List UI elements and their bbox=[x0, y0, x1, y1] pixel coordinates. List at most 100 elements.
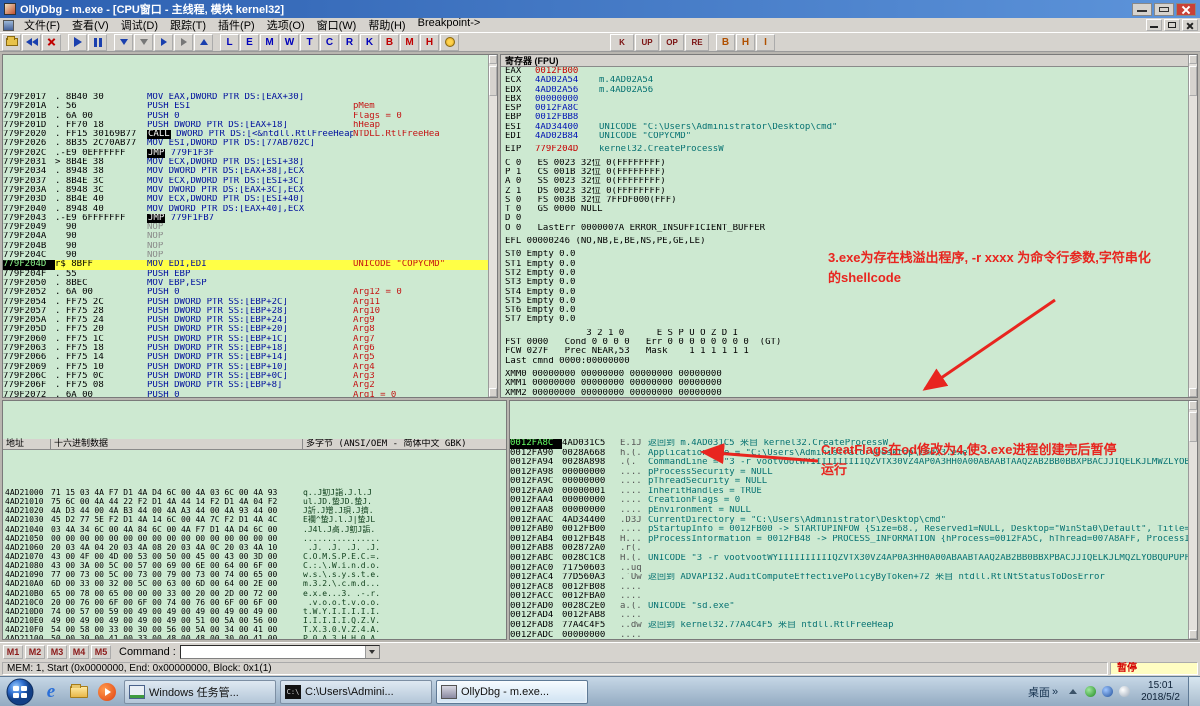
toolbar-plugin-button[interactable]: B bbox=[716, 33, 735, 51]
register-row[interactable]: ESI 4AD34400 UNICODE "C:\Users\Administrat… bbox=[501, 123, 1197, 132]
mdi-close-button[interactable] bbox=[1182, 19, 1198, 31]
register-row[interactable]: EBX 00000000 bbox=[501, 95, 1197, 104]
register-row[interactable]: EIP 779F204D kernel32.CreateProcessW bbox=[501, 145, 1197, 154]
register-row[interactable]: EBP 0012FBB8 bbox=[501, 113, 1197, 122]
disasm-row[interactable]: 779F2043 .-E9 6FFFFFFF JMP 779F1FB7 bbox=[3, 213, 497, 223]
dump-row[interactable]: 4AD21020 4A D3 44 00 4A B3 44 00 4A A3 44… bbox=[3, 506, 506, 515]
toolbar-letter-button[interactable]: T bbox=[300, 33, 319, 51]
start-button[interactable] bbox=[6, 678, 34, 706]
toolbar-plugin-button[interactable]: I bbox=[756, 33, 775, 51]
toolbar-plugin-button[interactable]: RE bbox=[685, 33, 709, 51]
dump-row[interactable]: 4AD210C0 20 00 76 00 6F 00 6F 00 74 00 76… bbox=[3, 598, 506, 607]
tray-expand-icon[interactable] bbox=[1069, 689, 1078, 694]
dump-row[interactable]: 4AD21060 20 03 4A 04 20 03 4A 08 20 03 4A… bbox=[3, 543, 506, 552]
stack-row[interactable]: 0012FAD8 77A4C4F5 ..dw 返回到 kernel32.77A4C4F… bbox=[510, 621, 1197, 631]
stack-row[interactable]: 0012FA90 0028A668 h.(. ApplicationName = "C… bbox=[510, 449, 1197, 459]
chevron-down-icon[interactable] bbox=[364, 645, 379, 658]
memory-slot-button[interactable]: M1 bbox=[3, 644, 23, 659]
stack-row[interactable]: 0012FA94 0028A898 .(. CommandLine = "3 -r v… bbox=[510, 458, 1197, 468]
dump-row[interactable]: 4AD210D0 74 00 57 00 59 00 49 00 49 00 49… bbox=[3, 607, 506, 616]
toolbar-letter-button[interactable]: M bbox=[260, 33, 279, 51]
disasm-row[interactable]: 779F2054 . FF75 2C PUSH DWORD PTR SS:[EBP+… bbox=[3, 298, 497, 307]
disasm-row[interactable]: 779F204B 90 NOP bbox=[3, 242, 497, 251]
restart-button[interactable] bbox=[22, 33, 41, 51]
mdi-minimize-button[interactable] bbox=[1146, 19, 1162, 31]
dump-row[interactable]: 4AD210E0 49 00 49 00 49 00 49 00 49 00 51… bbox=[3, 616, 506, 625]
show-desktop-button[interactable] bbox=[1188, 676, 1200, 706]
toolbar-letter-button[interactable]: H bbox=[420, 33, 439, 51]
tray-network-icon[interactable] bbox=[1102, 686, 1114, 697]
toolbar-letter-button[interactable]: W bbox=[280, 33, 299, 51]
stack-row[interactable]: 0012FA9C 00000000.... pThreadSecurity = NU… bbox=[510, 477, 1197, 487]
menu-item[interactable]: 跟踪(T) bbox=[164, 17, 212, 33]
step-over-button[interactable] bbox=[134, 33, 153, 51]
disasm-row[interactable]: 779F205D . FF75 20 PUSH DWORD PTR SS:[EBP+… bbox=[3, 325, 497, 334]
memory-slot-button[interactable]: M3 bbox=[47, 644, 67, 659]
stack-row[interactable]: 0012FAA4 00000000.... CreationFlags = 0 bbox=[510, 496, 1197, 506]
close-button[interactable] bbox=[1176, 2, 1196, 16]
toolbar-plugin-button[interactable]: K bbox=[610, 33, 634, 51]
disassembly-scrollbar[interactable] bbox=[488, 55, 497, 397]
memory-slot-button[interactable]: M5 bbox=[91, 644, 111, 659]
disasm-row[interactable]: 779F204F . 55 PUSH EBP bbox=[3, 270, 497, 279]
menu-item[interactable]: 文件(F) bbox=[18, 17, 66, 33]
explorer-launcher[interactable] bbox=[66, 680, 92, 704]
dump-row[interactable]: 4AD21070 43 00 4F 00 4D 00 53 00 50 00 45… bbox=[3, 552, 506, 561]
disasm-row[interactable]: 779F2037 . 8B4E 3C MOV ECX,DWORD PTR DS:[E… bbox=[3, 177, 497, 186]
tray-antivirus-icon[interactable] bbox=[1085, 686, 1097, 697]
stack-row[interactable]: 0012FAC0 71750603 ..uq bbox=[510, 564, 1197, 574]
memory-slot-button[interactable]: M4 bbox=[69, 644, 89, 659]
toolbar-plugin-button[interactable]: H bbox=[736, 33, 755, 51]
mdi-child-icon[interactable] bbox=[3, 19, 14, 31]
desktop-toolbar-label[interactable]: 桌面 bbox=[1028, 684, 1050, 700]
disasm-row[interactable]: 779F2040 . 8948 40 MOV DWORD PTR DS:[EAX+4… bbox=[3, 205, 497, 214]
dump-row[interactable]: 4AD21000 71 15 03 4A F7 D1 4A D4 6C 00 4A… bbox=[3, 488, 506, 497]
stack-row[interactable]: 0012FAB8 002872A0 .r(. bbox=[510, 544, 1197, 554]
stack-row[interactable]: 0012FAB0 0012FB00.... pStartupInfo = 0012F… bbox=[510, 525, 1197, 535]
toolbar-letter-button[interactable]: L bbox=[220, 33, 239, 51]
dump-row[interactable]: 4AD21080 43 00 3A 00 5C 00 57 00 69 00 6E… bbox=[3, 561, 506, 570]
mdi-restore-button[interactable] bbox=[1164, 19, 1180, 31]
register-row[interactable]: ECX 4AD02A54 m.4AD02A54 bbox=[501, 76, 1197, 85]
maximize-button[interactable] bbox=[1154, 2, 1174, 16]
tray-volume-icon[interactable] bbox=[1119, 686, 1131, 697]
toolbar-plugin-button[interactable]: OP bbox=[660, 33, 684, 51]
disasm-row[interactable]: 779F2026 . 8B35 2C70AB77 MOV ESI,DWORD PTR… bbox=[3, 139, 497, 148]
command-input[interactable] bbox=[179, 644, 380, 659]
disasm-row[interactable]: 779F2069 . FF75 10 PUSH DWORD PTR SS:[EBP+… bbox=[3, 363, 497, 372]
pause-button[interactable] bbox=[88, 33, 107, 51]
close-program-button[interactable] bbox=[42, 33, 61, 51]
taskbar-button[interactable]: OllyDbg - m.exe... bbox=[436, 679, 588, 704]
stack-row[interactable]: 0012FA8C 4AD031C5 E.1J 返回到 m.4AD031C5 来自 ke… bbox=[510, 439, 1197, 449]
stack-row[interactable]: 0012FAC4 77D560A3 .`Uw 返回到 ADVAPI32.AuditCo… bbox=[510, 573, 1197, 583]
disasm-row[interactable]: 779F206C . FF75 0C PUSH DWORD PTR SS:[EBP+… bbox=[3, 372, 497, 381]
run-button[interactable] bbox=[68, 33, 87, 51]
toolbar-letter-button[interactable]: M bbox=[400, 33, 419, 51]
disasm-row[interactable]: 779F2057 . FF75 28 PUSH DWORD PTR SS:[EBP+… bbox=[3, 307, 497, 316]
disasm-row[interactable]: 779F2020 . FF15 30169B77 CALL DWORD PTR DS… bbox=[3, 130, 497, 140]
disasm-row[interactable]: 779F2017 . 8B40 30 MOV EAX,DWORD PTR DS:[E… bbox=[3, 93, 497, 102]
stack-row[interactable]: 0012FA98 00000000.... pProcessSecurity = N… bbox=[510, 468, 1197, 478]
dump-row[interactable]: 4AD21010 75 6C 00 4A 44 22 F2 D1 4A 44 14… bbox=[3, 497, 506, 506]
animate-over-button[interactable] bbox=[174, 33, 193, 51]
step-into-button[interactable] bbox=[114, 33, 133, 51]
menu-item[interactable]: 插件(P) bbox=[212, 17, 261, 33]
animate-into-button[interactable] bbox=[154, 33, 173, 51]
dump-row[interactable]: 4AD21100 50 00 30 00 41 00 33 00 48 00 48… bbox=[3, 634, 506, 639]
stack-row[interactable]: 0012FACC 0012FBA0.... bbox=[510, 592, 1197, 602]
dump-row[interactable]: 4AD210A0 6D 00 33 00 32 00 5C 00 63 00 6D… bbox=[3, 579, 506, 588]
disasm-row[interactable]: 779F2049 90 NOP bbox=[3, 223, 497, 232]
menu-item[interactable]: 查看(V) bbox=[66, 17, 115, 33]
dump-row[interactable]: 4AD21040 03 4A 34 6C 00 4A 84 6C 00 4A F7… bbox=[3, 525, 506, 534]
stack-row[interactable]: 0012FAA8 00000000.... pEnvironment = NULL bbox=[510, 506, 1197, 516]
disasm-row[interactable]: 779F2066 . FF75 14 PUSH DWORD PTR SS:[EBP+… bbox=[3, 353, 497, 362]
stack-row[interactable]: 0012FAA0 00000001.... InheritHandles = TRU… bbox=[510, 487, 1197, 497]
register-row[interactable]: EAX 0012FB00 bbox=[501, 67, 1197, 76]
toolbar-letter-button[interactable]: K bbox=[360, 33, 379, 51]
stack-row[interactable]: 0012FAD0 0028C2E0 a.(. UNICODE "sd.exe" bbox=[510, 602, 1197, 612]
disasm-row[interactable]: 779F204D r$ 8BFF MOV EDI,EDI UNICODE "COPYC… bbox=[3, 260, 497, 270]
menu-item[interactable]: 帮助(H) bbox=[362, 17, 411, 33]
minimize-button[interactable] bbox=[1132, 2, 1152, 16]
memory-slot-button[interactable]: M2 bbox=[25, 644, 45, 659]
taskbar-button[interactable]: C:\ C:\Users\Admini... bbox=[280, 679, 432, 704]
